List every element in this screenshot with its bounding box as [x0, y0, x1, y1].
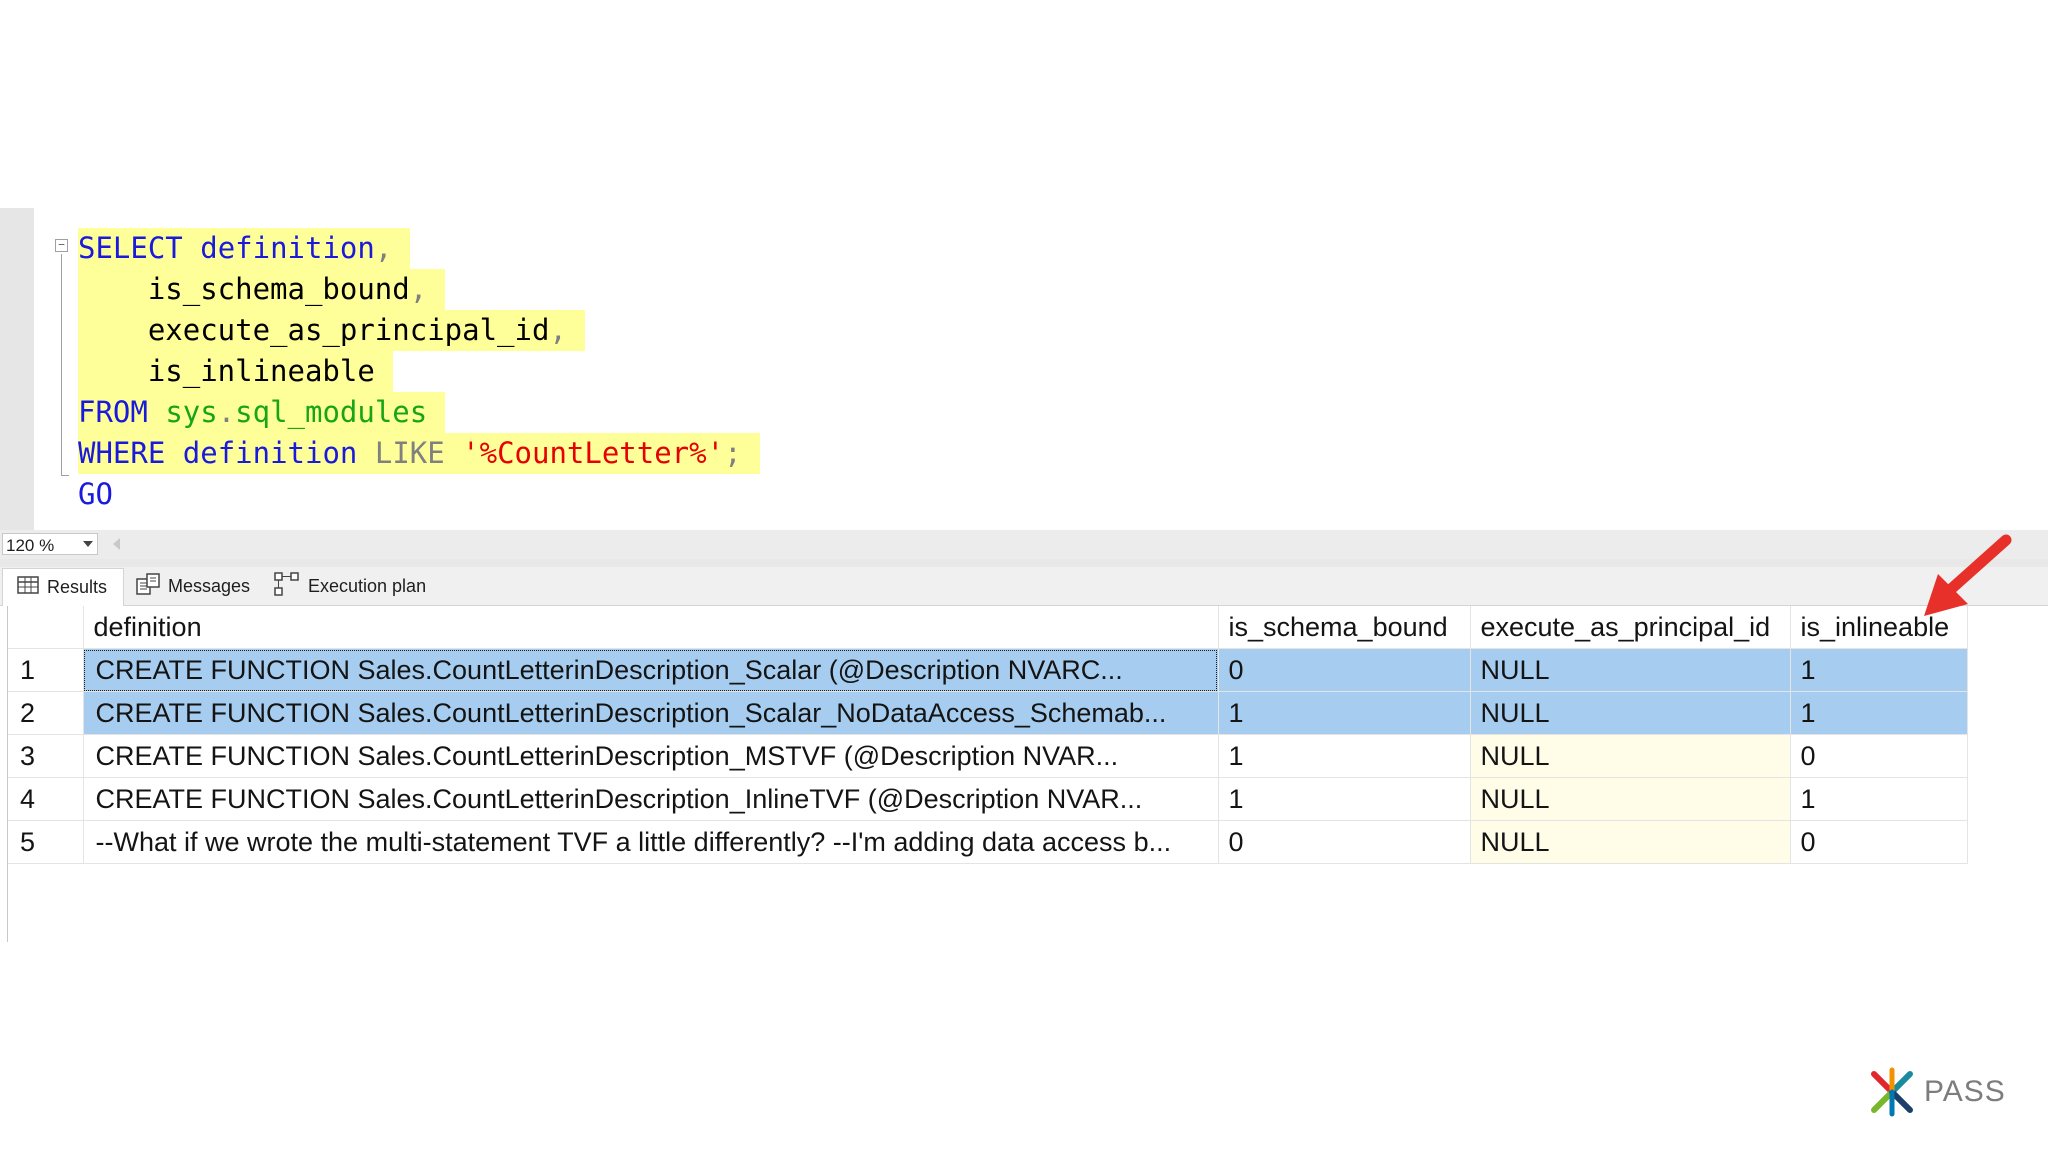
code-token: is_schema_bound	[78, 272, 410, 306]
table-row[interactable]: 4 CREATE FUNCTION Sales.CountLetterinDes…	[8, 777, 1968, 821]
code-line[interactable]: FROM sys.sql_modules	[78, 392, 446, 433]
pane-splitter[interactable]	[0, 559, 2048, 567]
definition-cell[interactable]: --What if we wrote the multi-statement T…	[83, 820, 1219, 864]
code-token: ,	[549, 313, 567, 347]
row-number[interactable]: 3	[8, 734, 84, 778]
code-token: .	[217, 395, 236, 429]
row-number[interactable]: 4	[8, 777, 84, 821]
execute-as-principal-id-cell[interactable]: NULL	[1470, 820, 1791, 864]
code-token: FROM	[78, 395, 148, 429]
code-token: ;	[724, 436, 742, 470]
messages-icon	[136, 572, 160, 600]
code-token: GO	[78, 477, 113, 511]
pass-logo-text: PASS	[1924, 1075, 2006, 1108]
grid-icon	[17, 576, 39, 599]
code-token: SELECT	[78, 231, 183, 265]
code-token: execute_as_principal_id	[78, 313, 550, 347]
header-row: definition is_schema_bound execute_as_pr…	[8, 606, 1968, 649]
execute-as-principal-id-cell[interactable]: NULL	[1470, 691, 1791, 735]
is-schema-bound-cell[interactable]: 1	[1218, 777, 1471, 821]
is-inlineable-cell[interactable]: 1	[1790, 691, 1968, 735]
table-row[interactable]: 3 CREATE FUNCTION Sales.CountLetterinDes…	[8, 734, 1968, 778]
tab-execution-plan-label: Execution plan	[308, 575, 427, 596]
code-token: ,	[409, 272, 428, 306]
fold-guide-end	[61, 475, 69, 476]
code-token: sys	[165, 395, 218, 429]
column-header-execute-as-principal-id[interactable]: execute_as_principal_id	[1470, 606, 1791, 649]
chevron-down-icon	[83, 541, 93, 547]
row-number[interactable]: 2	[8, 691, 84, 735]
execute-as-principal-id-cell[interactable]: NULL	[1470, 734, 1791, 778]
execute-as-principal-id-cell[interactable]: NULL	[1470, 648, 1791, 692]
execution-plan-icon	[274, 571, 300, 601]
collapse-icon[interactable]: −	[55, 239, 68, 252]
results-grid: definition is_schema_bound execute_as_pr…	[0, 606, 2048, 942]
pass-logo: PASS	[1866, 1066, 2006, 1118]
column-header-definition[interactable]: definition	[83, 606, 1219, 649]
code-token: sql_modules	[235, 395, 428, 429]
tab-messages[interactable]: Messages	[122, 568, 262, 604]
table-row[interactable]: 2 CREATE FUNCTION Sales.CountLetterinDes…	[8, 691, 1968, 735]
fold-guide	[61, 254, 62, 476]
query-editor[interactable]: − SELECT definition, is_schema_bound, ex…	[0, 208, 2048, 530]
row-number[interactable]: 5	[8, 820, 84, 864]
code-line[interactable]: SELECT definition,	[78, 228, 411, 269]
definition-cell[interactable]: CREATE FUNCTION Sales.CountLetterinDescr…	[83, 777, 1219, 821]
tab-execution-plan[interactable]: Execution plan	[260, 568, 440, 604]
code-token: definition	[182, 436, 358, 470]
is-schema-bound-cell[interactable]: 1	[1218, 691, 1471, 735]
code-token: '%CountLetter%'	[462, 436, 725, 470]
is-schema-bound-cell[interactable]: 0	[1218, 820, 1471, 864]
code-line[interactable]: is_inlineable	[78, 351, 393, 392]
is-inlineable-cell[interactable]: 1	[1790, 777, 1968, 821]
code-token: definition	[200, 231, 375, 265]
tab-messages-label: Messages	[168, 575, 251, 596]
code-token: ,	[374, 231, 393, 265]
table-row[interactable]: 1 CREATE FUNCTION Sales.CountLetterinDes…	[8, 648, 1968, 692]
code-token: LIKE	[374, 436, 445, 470]
code-line[interactable]: WHERE definition LIKE '%CountLetter%';	[78, 433, 760, 474]
execute-as-principal-id-cell[interactable]: NULL	[1470, 777, 1791, 821]
zoom-dropdown[interactable]: 120 %	[2, 533, 98, 555]
row-number[interactable]: 1	[8, 648, 84, 692]
editor-gutter	[0, 208, 34, 530]
is-inlineable-cell[interactable]: 1	[1790, 648, 1968, 692]
tab-results-label: Results	[47, 577, 108, 597]
code-token: WHERE	[78, 436, 166, 470]
is-inlineable-cell[interactable]: 0	[1790, 734, 1968, 778]
code-line[interactable]: is_schema_bound,	[78, 269, 446, 310]
code-line[interactable]: execute_as_principal_id,	[78, 310, 585, 351]
zoom-value: 120 %	[6, 536, 55, 555]
definition-cell[interactable]: CREATE FUNCTION Sales.CountLetterinDescr…	[83, 734, 1219, 778]
is-schema-bound-cell[interactable]: 1	[1218, 734, 1471, 778]
code-token: is_inlineable	[78, 354, 375, 388]
scroll-left-icon[interactable]	[113, 538, 120, 550]
definition-cell[interactable]: CREATE FUNCTION Sales.CountLetterinDescr…	[83, 691, 1219, 735]
corner-cell[interactable]	[8, 606, 84, 649]
code-line[interactable]: GO	[78, 474, 131, 515]
pass-logo-icon	[1871, 1067, 1913, 1117]
editor-status-bar: 120 %	[0, 530, 2048, 559]
tab-results[interactable]: Results	[2, 568, 124, 606]
results-tab-strip: Results Messages Execution plan	[0, 567, 2048, 606]
results-table: definition is_schema_bound execute_as_pr…	[8, 606, 1968, 864]
column-header-is-schema-bound[interactable]: is_schema_bound	[1218, 606, 1471, 649]
red-arrow-icon	[1924, 534, 2012, 616]
is-inlineable-cell[interactable]: 0	[1790, 820, 1968, 864]
table-row[interactable]: 5 --What if we wrote the multi-statement…	[8, 820, 1968, 864]
is-schema-bound-cell[interactable]: 0	[1218, 648, 1471, 692]
definition-cell[interactable]: CREATE FUNCTION Sales.CountLetterinDescr…	[83, 648, 1219, 692]
